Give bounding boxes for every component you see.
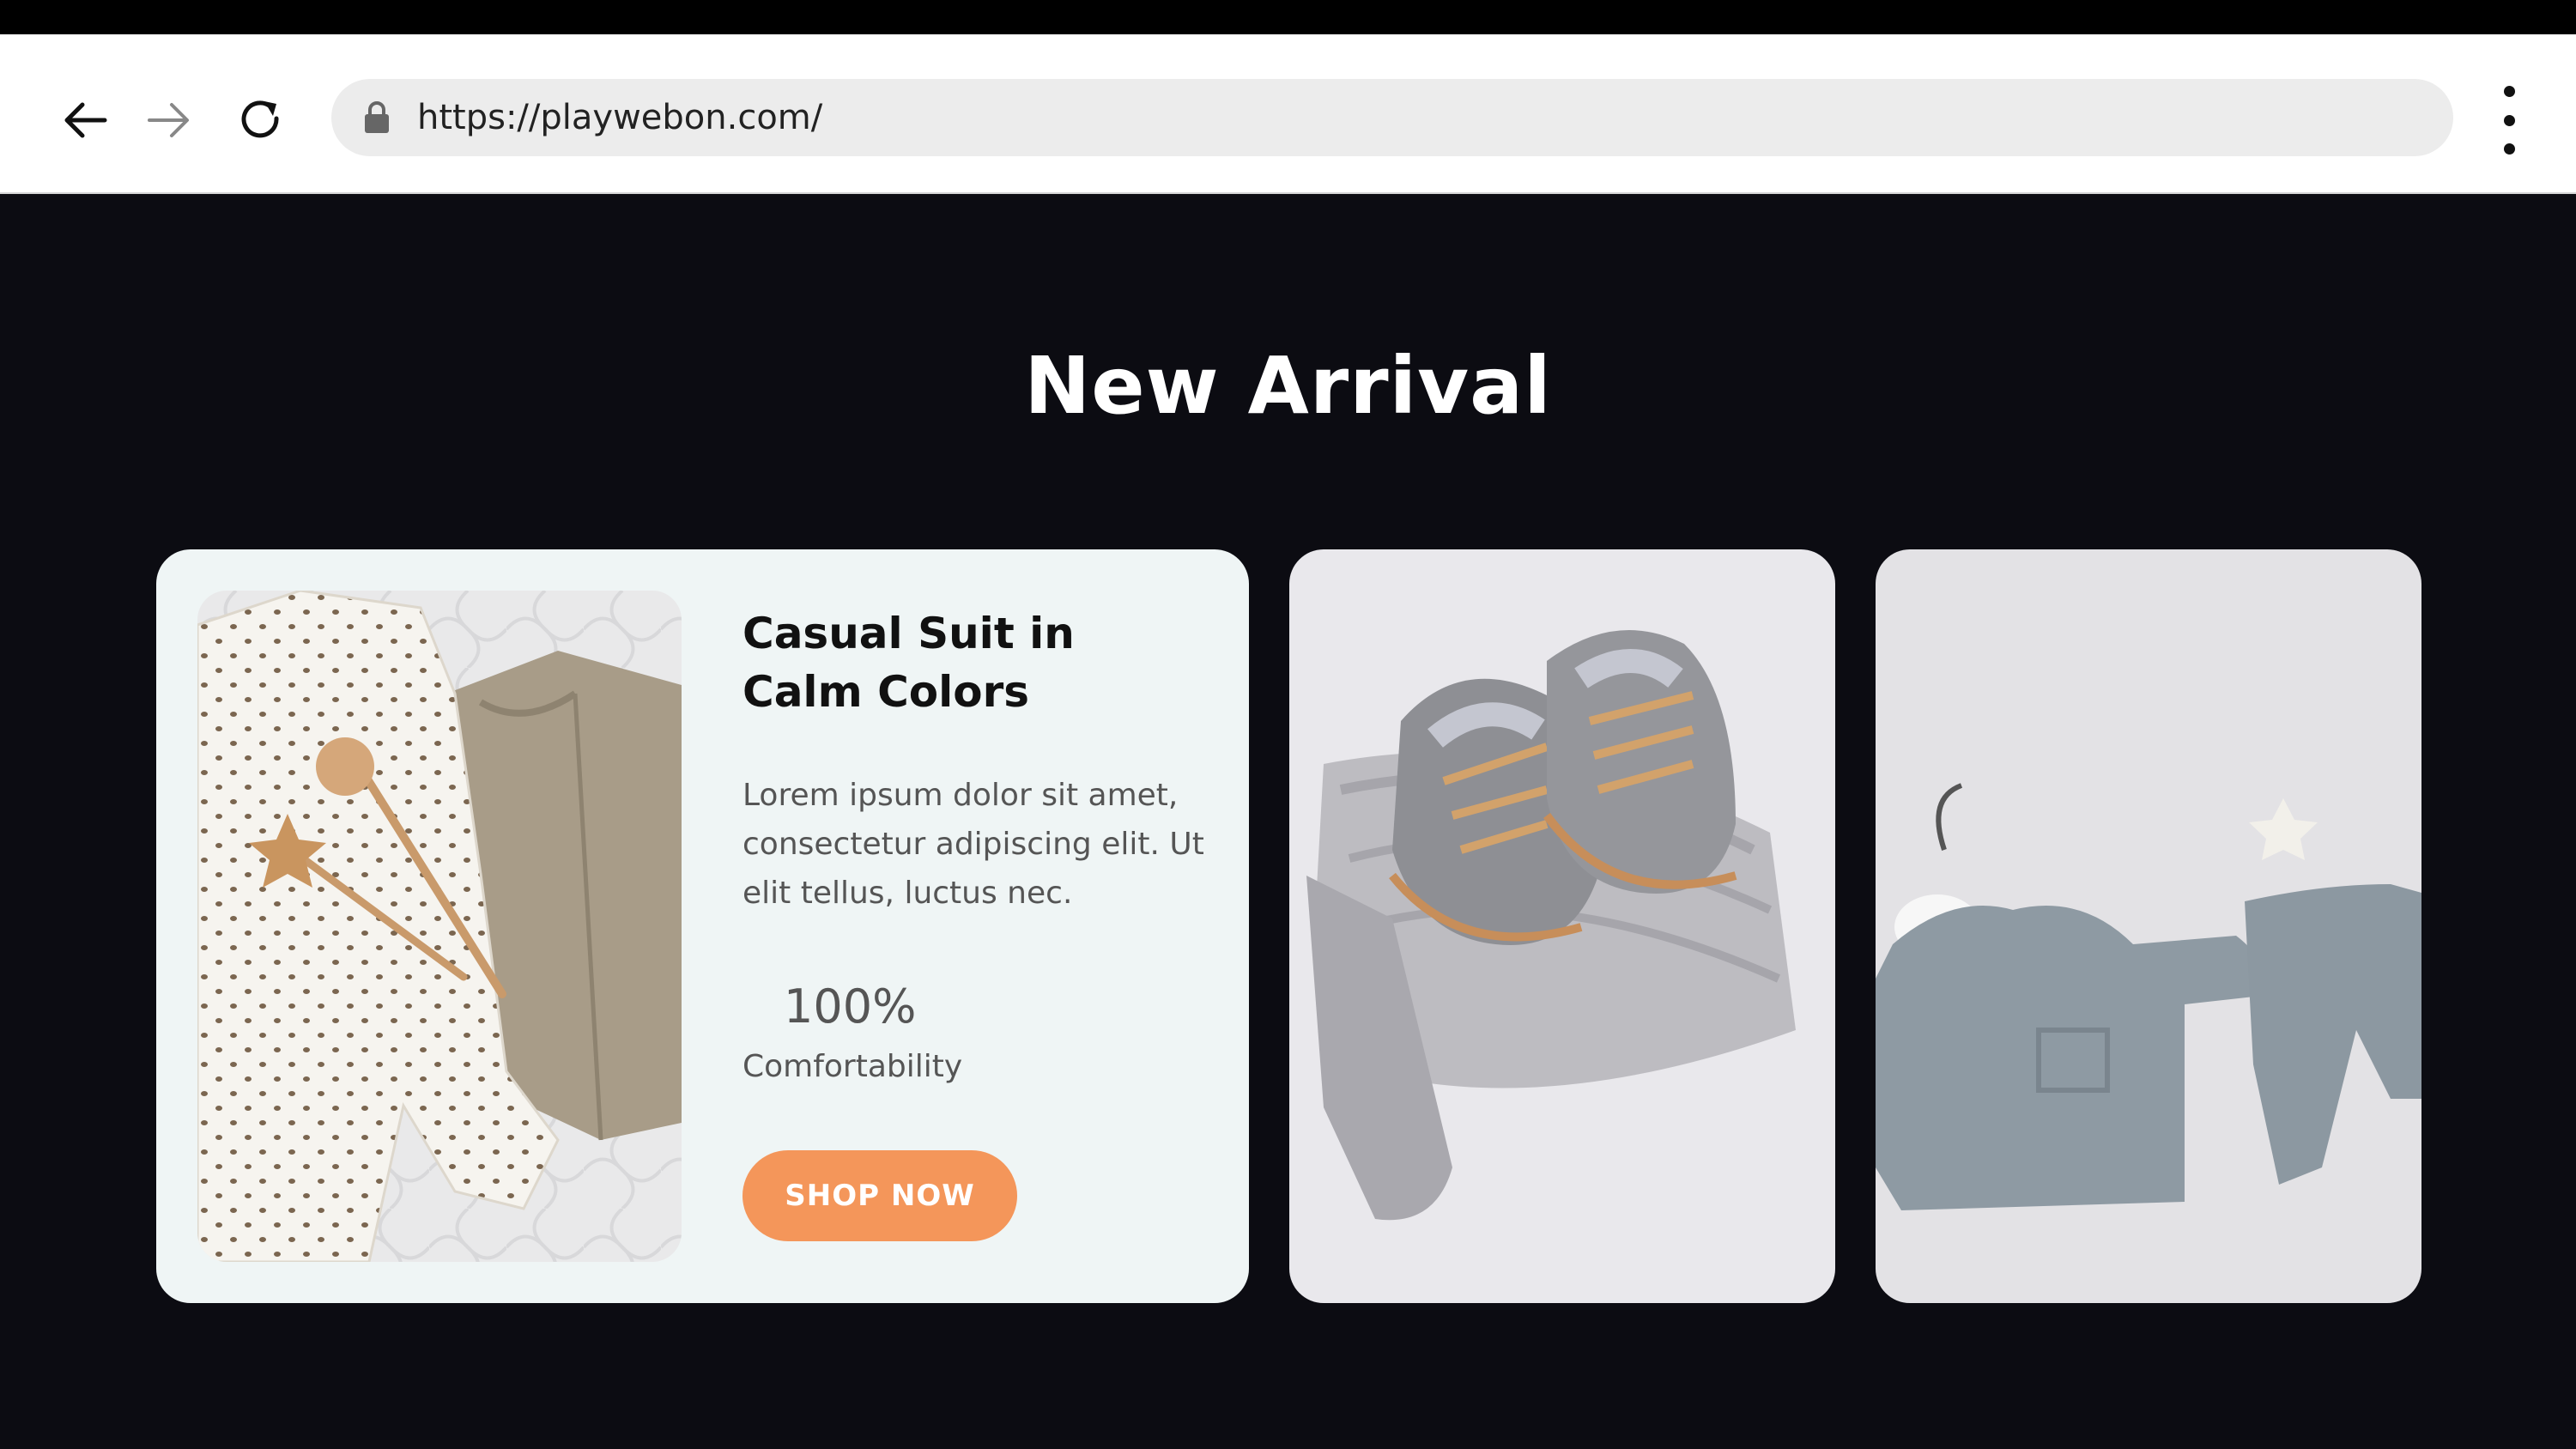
arrow-left-icon [64, 102, 107, 138]
kebab-menu-icon[interactable] [2488, 86, 2531, 155]
stat-label: Comfortability [742, 1049, 963, 1084]
lock-icon [365, 101, 389, 133]
featured-product-content: Casual Suit in Calm Colors Lorem ipsum d… [742, 604, 1206, 1084]
product-card-shoes[interactable] [1289, 549, 1835, 1303]
section-title: New Arrival [1024, 340, 1552, 432]
reload-button[interactable] [225, 84, 297, 156]
product-description: Lorem ipsum dolor sit amet, consectetur … [742, 778, 1204, 911]
url-text: https://playwebon.com/ [417, 98, 823, 137]
product-title: Casual Suit in Calm Colors [742, 609, 1075, 717]
page-content: New Arrival Casual Suit in Calm Colors L… [0, 194, 2576, 1449]
forward-button[interactable] [132, 84, 204, 156]
browser-toolbar: https://playwebon.com/ [0, 34, 2576, 194]
address-bar[interactable]: https://playwebon.com/ [331, 79, 2453, 156]
product-image-knit-set [1876, 549, 2421, 1303]
back-button[interactable] [50, 84, 122, 156]
shop-now-button[interactable]: SHOP NOW [742, 1150, 1017, 1241]
reload-icon [241, 100, 279, 138]
featured-product-card: Casual Suit in Calm Colors Lorem ipsum d… [156, 549, 1249, 1303]
product-card-knit-set[interactable] [1876, 549, 2421, 1303]
product-image-shoes [1289, 549, 1835, 1303]
status-strip [0, 0, 2576, 34]
stat-value: 100% [784, 979, 917, 1034]
arrow-right-icon [148, 103, 189, 137]
featured-product-image [197, 591, 682, 1262]
